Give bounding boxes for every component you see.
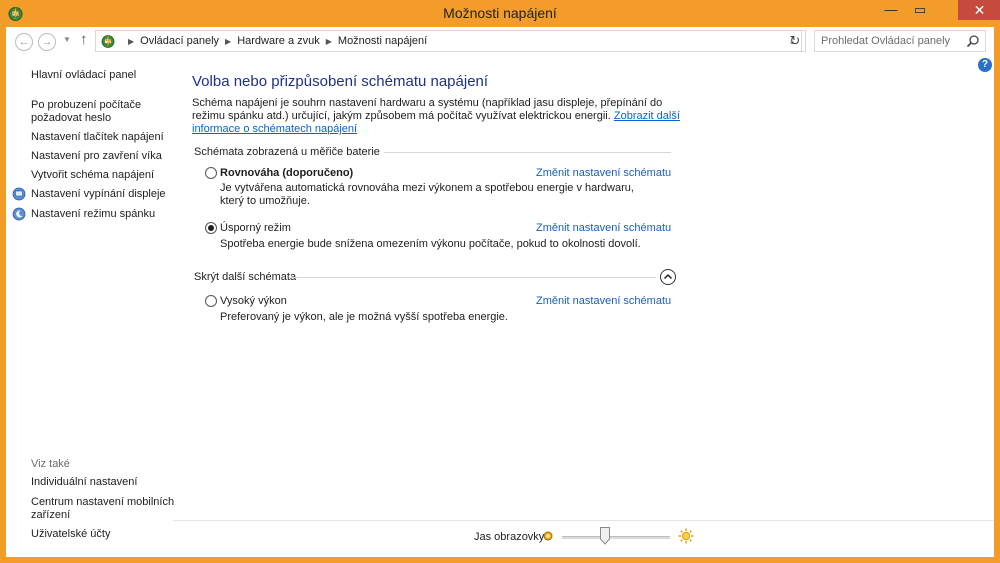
minimize-button[interactable]: — [877, 0, 905, 20]
search-icon[interactable] [966, 34, 980, 48]
moon-icon [12, 207, 26, 221]
sun-dim-icon [543, 531, 553, 541]
description-text: Schéma napájení je souhrn nastavení hard… [192, 97, 663, 122]
brightness-slider-thumb[interactable] [600, 527, 611, 545]
back-button[interactable]: ← [15, 33, 33, 51]
breadcrumb-hardware-sound[interactable]: Hardware a zvuk [237, 35, 320, 47]
plan-desc-power-saver: Spotřeba energie bude snížena omezením v… [220, 238, 641, 250]
bottom-divider [173, 520, 994, 521]
sidebar-item-require-password[interactable]: Po probuzení počítače požadovat heslo [31, 99, 151, 125]
change-plan-power-saver-link[interactable]: Změnit nastavení schématu [536, 222, 671, 234]
title-bar: Možnosti napájení — ▭ ✕ [0, 0, 1000, 27]
help-icon: ? [981, 59, 989, 70]
back-arrow-icon: ← [18, 36, 30, 48]
search-box[interactable] [814, 30, 986, 52]
chevron-right-icon[interactable]: ▶ [128, 37, 134, 46]
plan-desc-high-performance: Preferovaný je výkon, ale je možná vyšší… [220, 311, 508, 323]
breadcrumb-power-options[interactable]: Možnosti napájení [338, 35, 427, 47]
plan-name-balanced[interactable]: Rovnováha (doporučeno) [220, 167, 353, 179]
forward-arrow-icon: → [41, 36, 53, 48]
address-bar[interactable]: ▶ Ovládací panely ▶ Hardware a zvuk ▶ Mo… [95, 30, 802, 52]
breadcrumb-control-panel[interactable]: Ovládací panely [140, 35, 219, 47]
maximize-button[interactable]: ▭ [906, 0, 934, 20]
collapse-plans-button[interactable] [660, 269, 676, 285]
recent-locations-dropdown[interactable]: ▼ [63, 35, 71, 44]
page-description: Schéma napájení je souhrn nastavení hard… [192, 97, 692, 136]
plan-name-power-saver[interactable]: Úsporný režim [220, 222, 291, 234]
display-icon [12, 187, 26, 201]
brightness-label: Jas obrazovky: [474, 531, 548, 543]
see-also-user-accounts[interactable]: Uživatelské účty [31, 528, 110, 541]
brightness-slider-track[interactable] [562, 536, 670, 539]
radio-power-saver[interactable] [205, 222, 217, 234]
sidebar-item-create-plan[interactable]: Vytvořit schéma napájení [31, 169, 154, 182]
change-plan-high-performance-link[interactable]: Změnit nastavení schématu [536, 295, 671, 307]
sidebar-item-lid-close[interactable]: Nastavení pro zavření víka [31, 150, 162, 163]
see-also-mobility-center[interactable]: Centrum nastavení mobilních zařízení [31, 496, 176, 522]
group-battery-meter: Schémata zobrazená u měřiče baterie [194, 146, 380, 158]
change-plan-balanced-link[interactable]: Změnit nastavení schématu [536, 167, 671, 179]
close-button[interactable]: ✕ [958, 0, 1000, 20]
up-button[interactable]: ↑ [80, 31, 88, 48]
sidebar-item-control-panel-home[interactable]: Hlavní ovládací panel [31, 69, 136, 82]
refresh-icon: ↻ [789, 33, 801, 48]
breadcrumb: ▶ Ovládací panely ▶ Hardware a zvuk ▶ Mo… [122, 35, 427, 47]
page-title: Volba nebo přizpůsobení schématu napájen… [192, 73, 489, 90]
help-button[interactable]: ? [978, 58, 992, 72]
search-input[interactable] [815, 31, 965, 51]
group-hidden-plans[interactable]: Skrýt další schémata [194, 271, 296, 283]
plan-name-high-performance[interactable]: Vysoký výkon [220, 295, 287, 307]
plan-desc-balanced: Je vytvářena automatická rovnováha mezi … [220, 182, 634, 207]
see-also-heading: Viz také [31, 458, 70, 470]
sidebar-item-sleep-settings[interactable]: Nastavení režimu spánku [31, 208, 155, 221]
chevron-up-icon [663, 273, 673, 280]
refresh-button[interactable]: ↻ [785, 30, 806, 52]
radio-balanced[interactable] [205, 167, 217, 179]
group-divider [290, 277, 656, 278]
up-arrow-icon: ↑ [80, 31, 88, 48]
sidebar-item-display-off[interactable]: Nastavení vypínání displeje [31, 188, 166, 201]
forward-button[interactable]: → [38, 33, 56, 51]
control-panel-icon [101, 34, 115, 48]
sidebar-item-power-buttons[interactable]: Nastavení tlačítek napájení [31, 131, 164, 144]
chevron-right-icon[interactable]: ▶ [225, 37, 231, 46]
window-client-area: ← → ▼ ↑ ▶ Ovládací panely ▶ Hardware a z… [6, 27, 994, 557]
radio-high-performance[interactable] [205, 295, 217, 307]
group-divider [384, 152, 671, 153]
see-also-personalization[interactable]: Individuální nastavení [31, 476, 137, 489]
sun-icon [678, 528, 694, 544]
chevron-right-icon[interactable]: ▶ [326, 37, 332, 46]
window-title: Možnosti napájení [443, 5, 557, 21]
